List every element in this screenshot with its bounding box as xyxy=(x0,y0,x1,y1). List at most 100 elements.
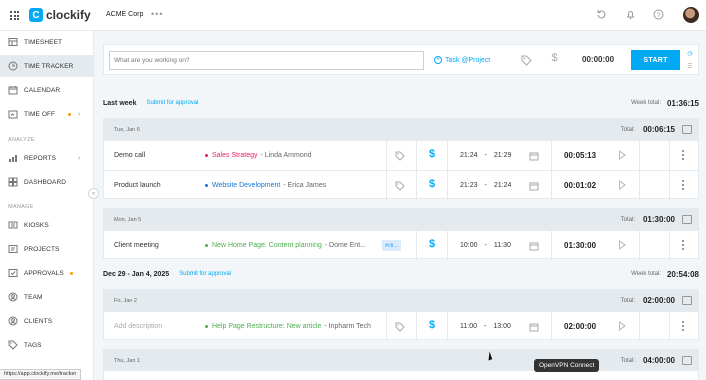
sidebar-item-time-off[interactable]: TIME OFF › xyxy=(0,103,93,125)
calendar-icon[interactable] xyxy=(529,241,539,251)
sidebar-item-reports[interactable]: REPORTS › xyxy=(0,147,93,169)
collapse-sidebar-button[interactable]: « xyxy=(88,188,99,199)
mode-toggle[interactable]: ◷ ☰ xyxy=(685,50,695,70)
time-entry-row[interactable]: Add description Help Page Restructure: N… xyxy=(104,311,698,341)
entry-project[interactable]: Sales Strategy - Linda Ammond xyxy=(205,152,312,159)
tag-chip[interactable]: #cli... xyxy=(382,240,401,251)
divider xyxy=(639,171,640,200)
team-icon xyxy=(8,292,18,302)
week-total-label: Week total: xyxy=(631,271,661,277)
end-time[interactable]: 11:30 xyxy=(494,242,511,249)
sidebar-item-time-tracker[interactable]: TIME TRACKER xyxy=(0,55,93,77)
sidebar-item-calendar[interactable]: CALENDAR xyxy=(0,79,93,101)
entry-duration[interactable]: 02:00:00 xyxy=(564,322,596,331)
start-time[interactable]: 10:00 xyxy=(460,242,478,249)
task-project-selector[interactable]: + Task @Project xyxy=(434,56,490,64)
clockify-logo[interactable]: C clockify xyxy=(29,8,91,22)
play-icon[interactable] xyxy=(619,150,626,160)
entry-duration[interactable]: 00:05:13 xyxy=(564,151,596,160)
sidebar-item-team[interactable]: TEAM xyxy=(0,286,93,308)
tag-icon[interactable] xyxy=(395,181,405,191)
billable-dollar-icon[interactable]: $ xyxy=(429,319,435,331)
play-icon[interactable] xyxy=(619,321,626,331)
week-header: Dec 29 - Jan 4, 2025 Submit for approval… xyxy=(103,268,699,280)
sidebar-item-kiosks[interactable]: KIOSKS xyxy=(0,214,93,236)
clients-icon xyxy=(8,316,18,326)
sidebar-item-tags[interactable]: TAGS xyxy=(0,334,93,356)
extension-icon[interactable] xyxy=(596,9,607,20)
start-button[interactable]: START xyxy=(631,50,680,70)
tag-icon[interactable] xyxy=(521,55,532,66)
help-icon[interactable]: ? xyxy=(653,9,664,20)
tag-icon[interactable] xyxy=(395,322,405,332)
time-entry-row[interactable]: Demo call Sales Strategy - Linda Ammond … xyxy=(104,140,698,170)
description-input[interactable] xyxy=(109,51,424,70)
end-time[interactable]: 13:00 xyxy=(493,323,511,330)
day-total: 02:00:00 xyxy=(642,296,675,305)
day-group-header: Tue, Jan 6 Total: 00:06:15 xyxy=(104,119,698,140)
end-time[interactable]: 21:29 xyxy=(494,152,512,159)
entry-description[interactable]: Client meeting xyxy=(114,242,159,249)
entry-description[interactable]: Add description xyxy=(114,323,162,330)
entry-description[interactable]: Demo call xyxy=(114,152,145,159)
sidebar-item-timesheet[interactable]: TIMESHEET xyxy=(0,31,93,53)
entry-project[interactable]: New Home Page: Content planning - Dome E… xyxy=(205,242,366,249)
end-time[interactable]: 21:24 xyxy=(494,182,512,189)
entry-time-range[interactable]: 21:24-21:29 xyxy=(460,152,511,159)
entry-duration[interactable]: 00:01:02 xyxy=(564,181,596,190)
time-entry-row[interactable]: Client meeting New Home Page: Content pl… xyxy=(104,230,698,260)
submit-for-approval-link[interactable]: Submit for approval xyxy=(179,271,231,277)
start-time[interactable]: 21:24 xyxy=(460,152,478,159)
entry-time-range[interactable]: 10:00-11:30 xyxy=(460,242,511,249)
more-options-icon[interactable] xyxy=(682,240,685,250)
billable-dollar-icon[interactable]: $ xyxy=(429,178,435,190)
billable-dollar-icon[interactable]: $ xyxy=(429,148,435,160)
bulk-edit-icon[interactable] xyxy=(682,215,692,224)
billable-dollar-icon[interactable]: $ xyxy=(549,53,560,64)
play-icon[interactable] xyxy=(619,180,626,190)
entry-duration[interactable]: 01:30:00 xyxy=(564,241,596,250)
sidebar-item-dashboard[interactable]: DASHBOARD xyxy=(0,171,93,193)
bulk-edit-icon[interactable] xyxy=(682,356,692,365)
sidebar-item-clients[interactable]: CLIENTS xyxy=(0,310,93,332)
day-date: Tue, Jan 6 xyxy=(114,126,140,133)
tag-icon xyxy=(8,340,18,350)
more-options-icon[interactable] xyxy=(682,180,685,190)
bulk-edit-icon[interactable] xyxy=(682,125,692,134)
time-entry-row[interactable]: Product launch Website Development - Eri… xyxy=(104,170,698,200)
apps-grid-icon[interactable] xyxy=(10,11,19,20)
start-time[interactable]: 21:23 xyxy=(460,182,478,189)
calendar-icon[interactable] xyxy=(529,181,539,191)
notifications-bell-icon[interactable] xyxy=(625,9,636,20)
calendar-icon[interactable] xyxy=(529,322,539,332)
sidebar-item-label: REPORTS xyxy=(24,154,57,162)
workspace-more-button[interactable]: ••• xyxy=(151,9,163,19)
divider xyxy=(386,141,387,170)
sidebar-item-approvals[interactable]: APPROVALS xyxy=(0,262,93,284)
chevron-right-icon: › xyxy=(78,110,81,118)
sidebar-item-label: TAGS xyxy=(24,341,42,349)
week-total-label: Week total: xyxy=(631,100,661,106)
entry-project[interactable]: Website Development - Erica James xyxy=(205,182,326,189)
entry-description[interactable]: Product launch xyxy=(114,182,161,189)
bulk-edit-icon[interactable] xyxy=(682,296,692,305)
sidebar-item-projects[interactable]: PROJECTS xyxy=(0,238,93,260)
timer-mode-icon[interactable]: ◷ xyxy=(687,50,692,57)
entry-time-range[interactable]: 21:23-21:24 xyxy=(460,182,511,189)
entry-time-range[interactable]: 11:00-13:00 xyxy=(460,323,511,330)
submit-for-approval-link[interactable]: Submit for approval xyxy=(146,100,198,106)
manual-mode-icon[interactable]: ☰ xyxy=(687,63,692,70)
reports-icon xyxy=(8,153,18,163)
billable-dollar-icon[interactable]: $ xyxy=(429,238,435,250)
more-options-icon[interactable] xyxy=(682,321,685,331)
calendar-icon[interactable] xyxy=(529,151,539,161)
timer-display[interactable]: 00:00:00 xyxy=(582,55,614,64)
more-options-icon[interactable] xyxy=(682,150,685,160)
tag-icon[interactable] xyxy=(395,151,405,161)
user-avatar[interactable] xyxy=(683,7,699,23)
play-icon[interactable] xyxy=(619,240,626,250)
workspace-name[interactable]: ACME Corp xyxy=(106,11,143,18)
entry-project[interactable]: Help Page Restructure: New article - Inp… xyxy=(205,323,371,330)
chevron-right-icon: › xyxy=(78,154,81,162)
start-time[interactable]: 11:00 xyxy=(460,323,477,330)
